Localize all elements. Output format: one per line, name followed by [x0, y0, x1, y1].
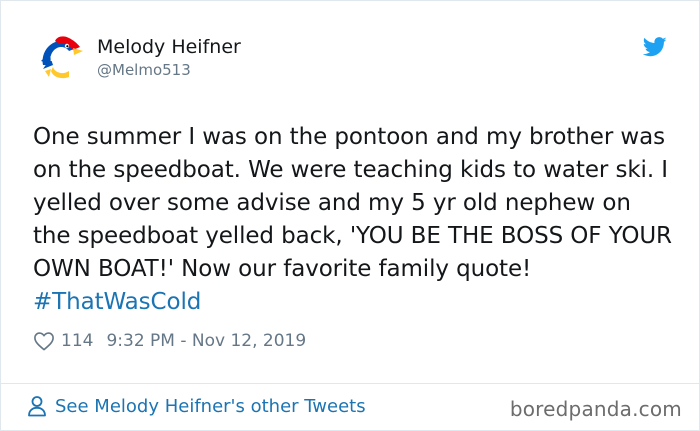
jayhawk-logo-icon: KU: [33, 31, 85, 83]
avatar[interactable]: KU: [33, 31, 85, 83]
tweet-body: One summer I was on the pontoon and my b…: [33, 124, 672, 282]
tweet-header: KU Melody Heifner @Melmo513: [33, 31, 241, 83]
footer-divider: [1, 383, 700, 384]
tweet-card: KU Melody Heifner @Melmo513 One summer I…: [0, 0, 700, 431]
heart-icon[interactable]: [33, 331, 55, 351]
watermark: boredpanda.com: [509, 397, 682, 421]
person-icon: [28, 396, 46, 417]
tweet-timestamp[interactable]: 9:32 PM - Nov 12, 2019: [106, 331, 306, 351]
svg-text:KU: KU: [50, 55, 61, 63]
author-names: Melody Heifner @Melmo513: [97, 35, 241, 80]
twitter-bird-icon[interactable]: [643, 37, 667, 57]
display-name[interactable]: Melody Heifner: [97, 35, 241, 59]
hashtag-link[interactable]: #ThatWasCold: [33, 289, 201, 315]
tweet-text: One summer I was on the pontoon and my b…: [33, 121, 673, 319]
other-tweets-link[interactable]: See Melody Heifner's other Tweets: [27, 395, 366, 417]
like-count: 114: [61, 331, 94, 351]
user-handle[interactable]: @Melmo513: [97, 60, 241, 80]
tweet-meta: 114 9:32 PM - Nov 12, 2019: [33, 331, 306, 351]
other-tweets-label: See Melody Heifner's other Tweets: [55, 395, 366, 417]
